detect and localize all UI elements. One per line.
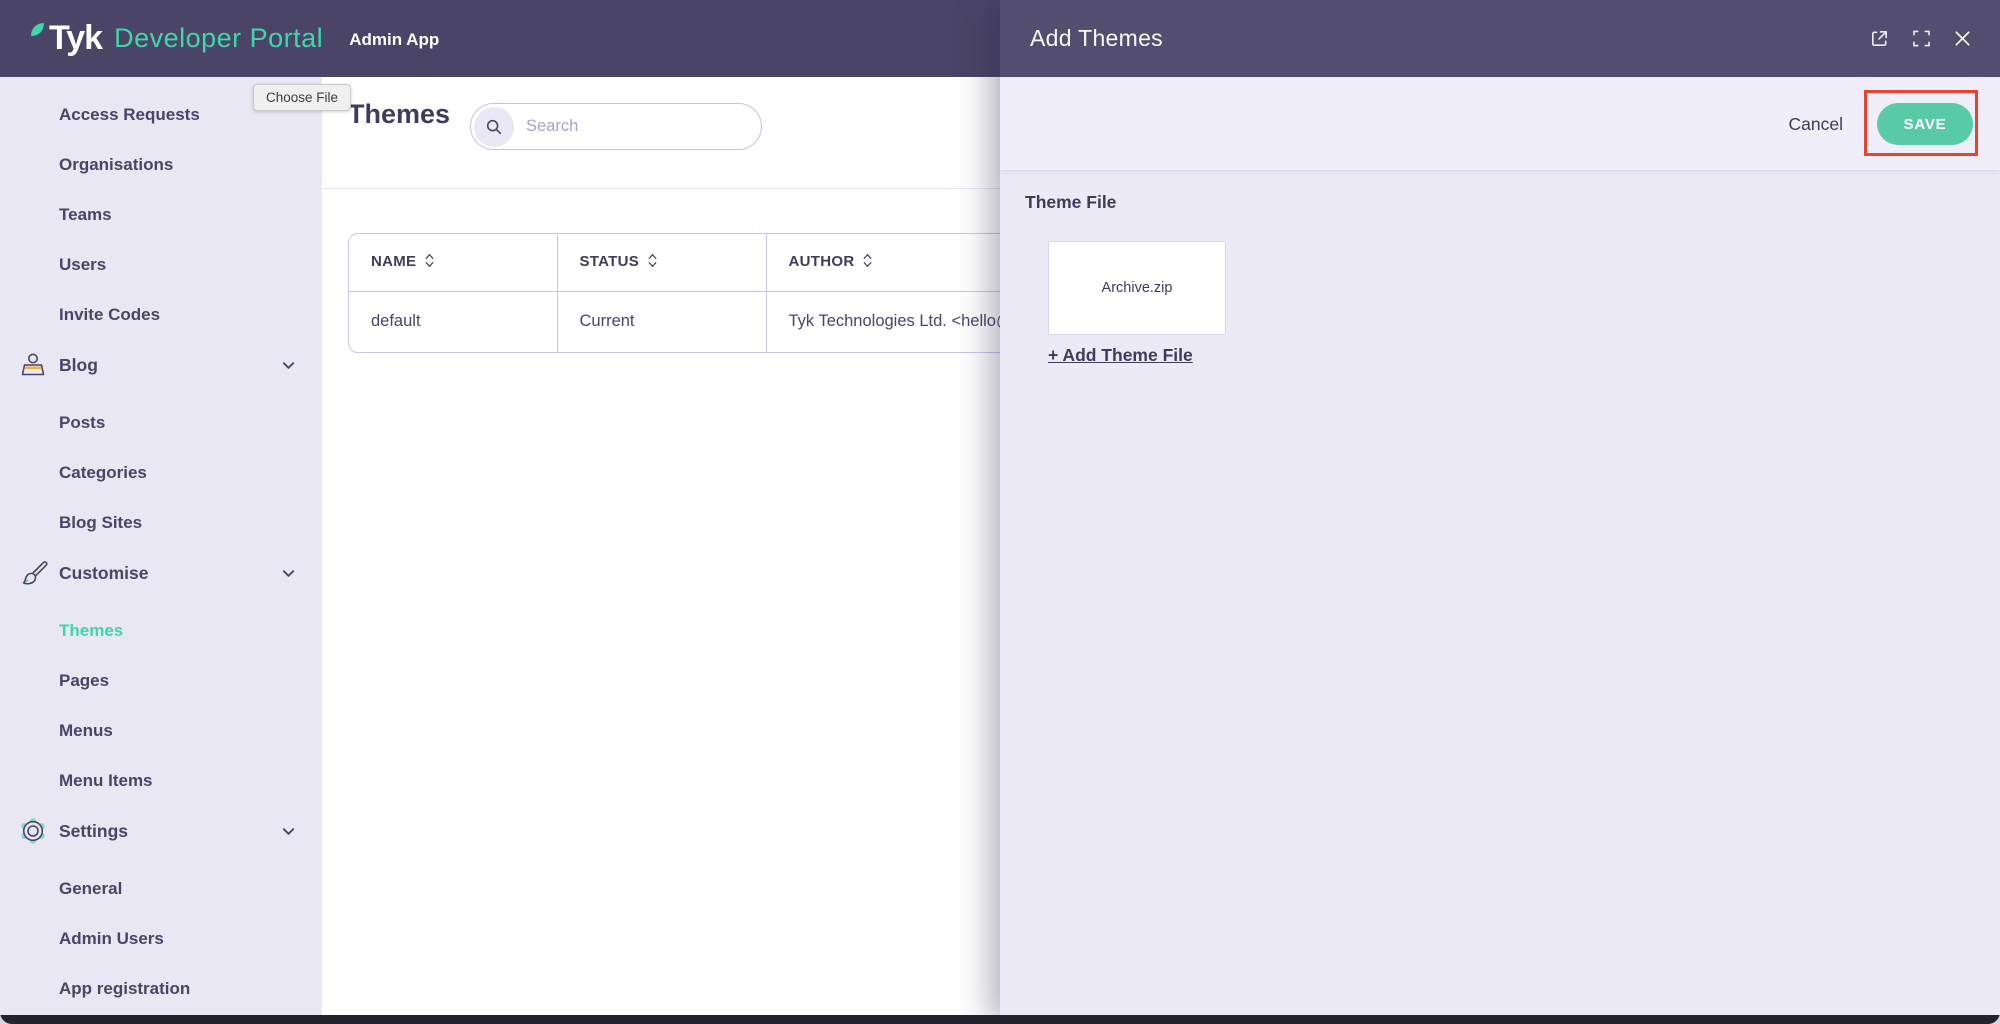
- sidebar-item-label: Themes: [59, 621, 123, 641]
- chevron-down-icon[interactable]: [281, 824, 296, 839]
- cell-status: Current: [557, 291, 766, 352]
- logo-subtitle: Developer Portal: [114, 23, 323, 54]
- page-title: Themes: [348, 99, 450, 130]
- sidebar-item-label: Settings: [59, 821, 128, 842]
- sidebar-item-invite-codes[interactable]: Invite Codes: [0, 290, 322, 340]
- sidebar-item-users[interactable]: Users: [0, 240, 322, 290]
- sidebar-item-categories[interactable]: Categories: [0, 448, 322, 498]
- add-theme-file-link[interactable]: + Add Theme File: [1048, 345, 1193, 366]
- sidebar-item-menu-items[interactable]: Menu Items: [0, 756, 322, 806]
- choose-file-tooltip: Choose File: [253, 84, 351, 111]
- sidebar-item-general[interactable]: General: [0, 864, 322, 914]
- cancel-button[interactable]: Cancel: [1789, 77, 1843, 171]
- sidebar-item-menus[interactable]: Menus: [0, 706, 322, 756]
- sidebar-item-blog[interactable]: Blog: [0, 340, 322, 390]
- sidebar-item-label: Invite Codes: [59, 305, 160, 325]
- drawer-header-actions: [1869, 0, 1972, 77]
- sidebar-item-admin-users[interactable]: Admin Users: [0, 914, 322, 964]
- sidebar-item-label: Menus: [59, 721, 113, 741]
- expand-icon[interactable]: [1913, 30, 1930, 47]
- theme-file-preview[interactable]: Archive.zip: [1048, 241, 1226, 335]
- close-icon[interactable]: [1953, 29, 1972, 48]
- chevron-down-icon[interactable]: [281, 566, 296, 581]
- sidebar-item-customise[interactable]: Customise: [0, 548, 322, 598]
- sidebar-item-blog-sites[interactable]: Blog Sites: [0, 498, 322, 548]
- sidebar-item-app-registration[interactable]: App registration: [0, 964, 322, 1014]
- column-header-label: NAME: [371, 253, 416, 270]
- table-header-row: NAME STATUS AUTHOR: [349, 234, 1109, 291]
- sidebar: Access Requests Organisations Teams Users In…: [0, 77, 322, 1015]
- save-button[interactable]: SAVE: [1877, 103, 1973, 145]
- column-header-label: STATUS: [580, 253, 640, 270]
- sidebar-item-label: App registration: [59, 979, 190, 999]
- sort-icon: [648, 253, 657, 272]
- column-header-status[interactable]: STATUS: [557, 234, 766, 291]
- drawer-action-bar: Cancel SAVE: [1000, 77, 2000, 171]
- sidebar-item-label: Pages: [59, 671, 109, 691]
- tyk-leaf-icon: [30, 22, 45, 42]
- sidebar-item-label: Customise: [59, 563, 148, 584]
- sidebar-item-pages[interactable]: Pages: [0, 656, 322, 706]
- app-window: Tyk Developer Portal Admin App Access Re…: [0, 0, 2000, 1024]
- logo-wordmark: Tyk: [49, 19, 102, 58]
- sort-icon: [863, 253, 872, 272]
- sidebar-item-label: Teams: [59, 205, 112, 225]
- sidebar-item-settings[interactable]: Settings: [0, 806, 322, 856]
- search-input[interactable]: [526, 117, 726, 136]
- sidebar-item-label: Users: [59, 255, 106, 275]
- table-row[interactable]: defaultCurrentTyk Technologies Ltd. <hel…: [349, 291, 1109, 352]
- add-themes-drawer: Add Themes Cancel SAVE Theme File Arc: [1000, 0, 2000, 1024]
- sidebar-item-label: Access Requests: [59, 105, 200, 125]
- blog-icon: [17, 349, 49, 381]
- table-body: defaultCurrentTyk Technologies Ltd. <hel…: [349, 291, 1109, 352]
- theme-file-label: Theme File: [1025, 192, 1116, 213]
- search-icon: [474, 107, 514, 147]
- sidebar-item-teams[interactable]: Teams: [0, 190, 322, 240]
- drawer-title: Add Themes: [1030, 25, 1163, 52]
- sidebar-item-label: Posts: [59, 413, 105, 433]
- column-header-label: AUTHOR: [789, 253, 855, 270]
- tyk-logo: Tyk Developer Portal: [30, 19, 323, 58]
- drawer-body: Theme File Archive.zip + Add Theme File: [1000, 171, 2000, 1024]
- sidebar-item-label: Blog: [59, 355, 98, 376]
- chevron-down-icon[interactable]: [281, 358, 296, 373]
- column-header-name[interactable]: NAME: [349, 234, 557, 291]
- sidebar-item-label: Organisations: [59, 155, 173, 175]
- sidebar-item-label: Blog Sites: [59, 513, 142, 533]
- brush-icon: [17, 557, 49, 589]
- open-external-icon[interactable]: [1869, 28, 1890, 49]
- sidebar-item-posts[interactable]: Posts: [0, 398, 322, 448]
- sort-icon: [425, 253, 434, 272]
- sidebar-item-themes[interactable]: Themes: [0, 606, 322, 656]
- sidebar-item-label: Admin Users: [59, 929, 164, 949]
- theme-file-name: Archive.zip: [1102, 280, 1173, 296]
- search-box[interactable]: [470, 103, 762, 150]
- admin-app-label: Admin App: [349, 30, 439, 50]
- gear-icon: [17, 815, 49, 847]
- sidebar-item-organisations[interactable]: Organisations: [0, 140, 322, 190]
- sidebar-item-label: General: [59, 879, 122, 899]
- sidebar-item-label: Categories: [59, 463, 147, 483]
- themes-table: NAME STATUS AUTHOR defaultCurrentTyk Techn…: [348, 233, 1110, 353]
- drawer-header: Add Themes: [1000, 0, 2000, 77]
- cell-name: default: [349, 291, 557, 352]
- sidebar-item-label: Menu Items: [59, 771, 153, 791]
- window-bottom-edge: [0, 1015, 2000, 1024]
